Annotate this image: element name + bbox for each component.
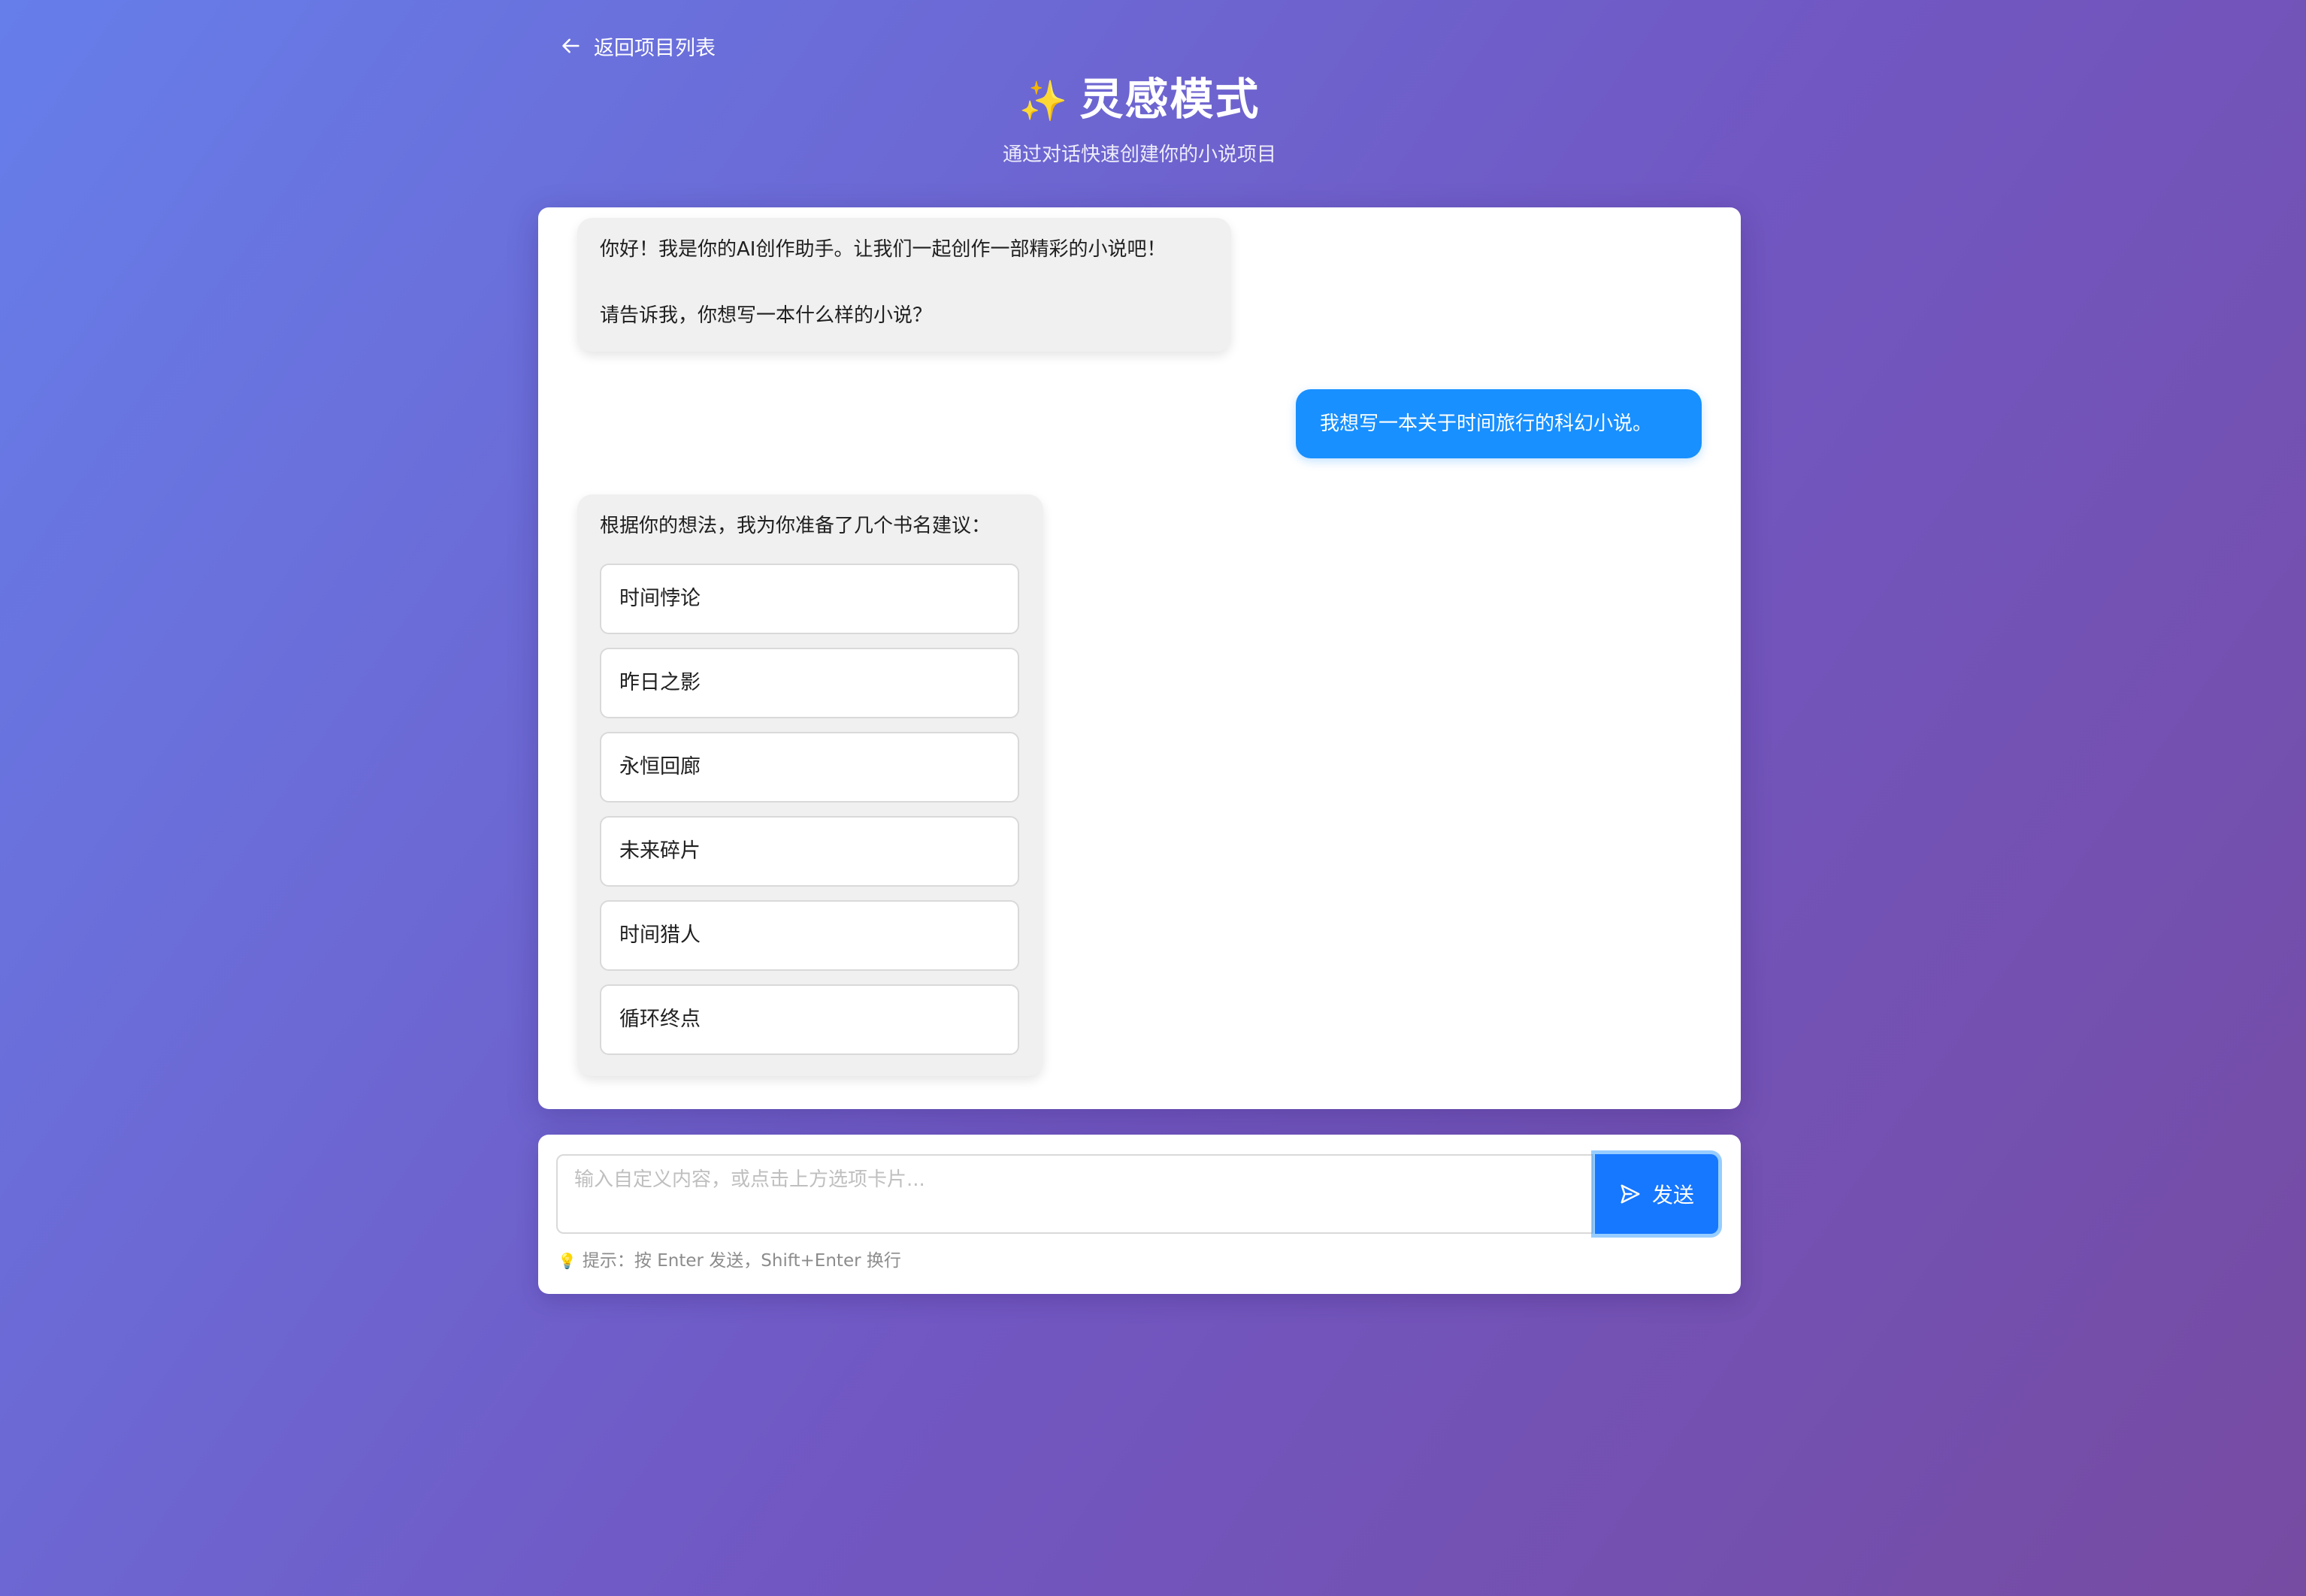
send-icon <box>1621 1184 1640 1204</box>
suggestion-option-5[interactable]: 时间猎人 <box>600 900 1019 971</box>
input-hint-text: 提示：按 Enter 发送，Shift+Enter 换行 <box>582 1251 901 1271</box>
page-title: ✨ 灵感模式 <box>538 69 1741 131</box>
input-hint: 💡 提示：按 Enter 发送，Shift+Enter 换行 <box>558 1247 901 1274</box>
user-message: 我想写一本关于时间旅行的科幻小说。 <box>1296 389 1702 458</box>
chat-panel: 你好！我是你的AI创作助手。让我们一起创作一部精彩的小说吧！ 请告诉我，你想写一… <box>538 207 1741 1109</box>
arrow-left-icon <box>562 38 580 53</box>
suggestion-option-3[interactable]: 永恒回廊 <box>600 732 1019 803</box>
suggestion-option-1[interactable]: 时间悖论 <box>600 564 1019 634</box>
greeting-line-1: 你好！我是你的AI创作助手。让我们一起创作一部精彩的小说吧！ <box>600 238 1167 261</box>
back-link-label: 返回项目列表 <box>594 36 716 60</box>
page-title-text: 灵感模式 <box>1079 74 1260 125</box>
composer-panel: 发送 💡 提示：按 Enter 发送，Shift+Enter 换行 <box>538 1135 1741 1294</box>
suggestion-intro: 根据你的想法，我为你准备了几个书名建议： <box>600 515 991 537</box>
sparkles-icon: ✨ <box>1018 79 1070 124</box>
ai-message-greeting: 你好！我是你的AI创作助手。让我们一起创作一部精彩的小说吧！ 请告诉我，你想写一… <box>577 218 1231 352</box>
page-subtitle: 通过对话快速创建你的小说项目 <box>1002 144 1276 166</box>
suggestion-option-6[interactable]: 循环终点 <box>600 984 1019 1055</box>
send-button-label: 发送 <box>1651 1183 1694 1208</box>
greeting-line-2: 请告诉我，你想写一本什么样的小说？ <box>600 304 933 327</box>
suggestion-option-4[interactable]: 未来碎片 <box>600 816 1019 887</box>
back-to-projects-link[interactable]: 返回项目列表 <box>561 30 716 62</box>
suggestion-option-2[interactable]: 昨日之影 <box>600 648 1019 718</box>
message-input[interactable] <box>556 1154 1593 1234</box>
send-button[interactable]: 发送 <box>1595 1154 1718 1234</box>
lightbulb-icon: 💡 <box>558 1252 576 1270</box>
ai-message-suggestions: 根据你的想法，我为你准备了几个书名建议： 时间悖论 昨日之影 永恒回廊 未来碎片… <box>577 494 1043 1076</box>
